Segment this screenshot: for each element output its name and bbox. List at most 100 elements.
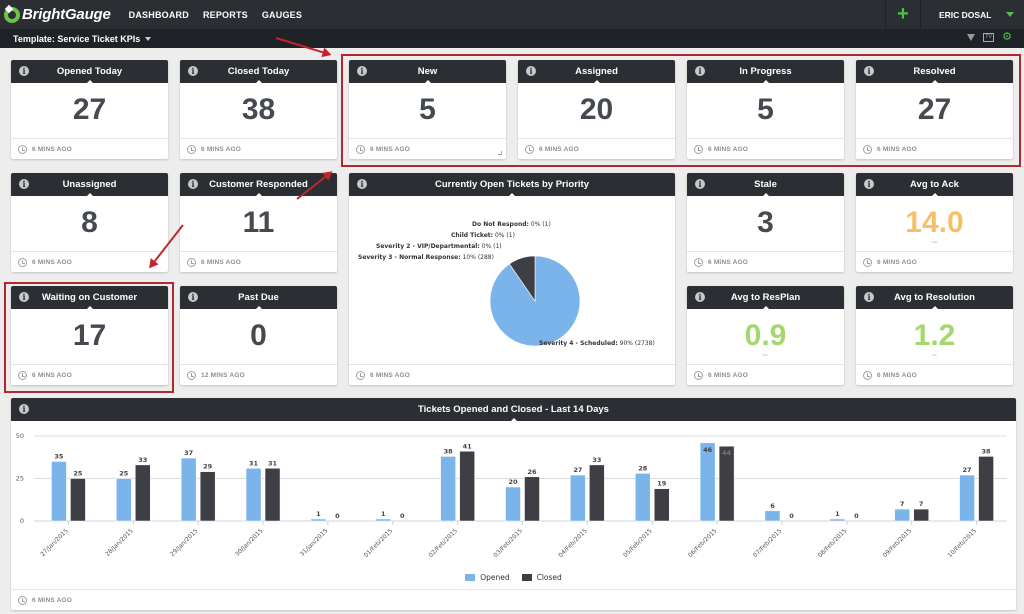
info-icon[interactable]: i [19, 404, 29, 414]
top-navbar: BrightGauge DASHBOARD REPORTS GAUGES + E… [0, 0, 1024, 29]
gauge-card-stale[interactable]: i Stale 3 6 MINS AGO [687, 173, 844, 272]
bar-closed[interactable] [978, 456, 994, 522]
gauge-card-unassigned[interactable]: i Unassigned 8 6 MINS AGO [11, 173, 168, 272]
info-icon[interactable]: i [188, 179, 198, 189]
bar-closed[interactable] [135, 464, 151, 522]
card-footer: 6 MINS AGO [180, 138, 337, 159]
bar-opened[interactable] [440, 456, 456, 522]
last-updated: 6 MINS AGO [370, 371, 411, 379]
bar-opened[interactable] [51, 461, 67, 522]
info-icon[interactable]: i [188, 66, 198, 76]
bar-opened[interactable] [959, 474, 975, 522]
highlight-box-waiting-on-customer [4, 282, 174, 393]
card-title: Customer Responded [209, 179, 308, 190]
bar-value-label: 7 [919, 500, 924, 508]
last-updated: 6 MINS AGO [877, 258, 918, 266]
x-tick-label: 09/Feb/2015 [882, 527, 914, 559]
user-menu[interactable]: ERIC DOSAL [921, 0, 1024, 29]
bar-closed[interactable] [718, 445, 735, 522]
info-icon[interactable]: i [19, 66, 29, 76]
x-tick-label: 01/Feb/2015 [363, 527, 395, 559]
legend-item-closed[interactable]: Closed [521, 573, 562, 582]
add-button[interactable]: + [885, 0, 921, 29]
clock-icon [18, 144, 27, 154]
gauge-card-closed-today[interactable]: i Closed Today 38 6 MINS AGO [180, 60, 337, 159]
bar-value-label: 20 [508, 478, 518, 486]
bar-value-label: 38 [444, 447, 454, 455]
gauge-card-past-due[interactable]: i Past Due 0 12 MINS AGO [180, 286, 337, 385]
nav-reports[interactable]: REPORTS [203, 10, 248, 20]
bar-value-label: 1 [381, 510, 386, 518]
brand-logo[interactable]: BrightGauge [4, 6, 111, 23]
legend-swatch-closed [521, 574, 532, 581]
gear-icon[interactable]: ⚙ [1002, 32, 1012, 43]
bar-closed[interactable] [589, 464, 605, 522]
x-tick-label: 04/Feb/2015 [557, 527, 589, 559]
bar-opened[interactable] [634, 473, 651, 522]
info-icon[interactable]: i [19, 179, 29, 189]
bar-opened[interactable] [245, 468, 262, 522]
caret-down-icon[interactable] [145, 36, 152, 41]
bar-closed[interactable] [459, 451, 475, 522]
bar-value-label: 0 [400, 512, 405, 520]
nav-gauges[interactable]: GAUGES [262, 10, 302, 20]
bar-opened[interactable] [310, 518, 327, 522]
bar-opened[interactable] [505, 486, 521, 522]
bar-value-label: 7 [900, 500, 905, 508]
bar-opened[interactable] [764, 510, 781, 522]
x-tick-label: 05/Feb/2015 [622, 527, 654, 559]
pie-chart-card[interactable]: i Currently Open Tickets by Priority Do … [349, 173, 675, 385]
last-updated: 6 MINS AGO [201, 145, 242, 153]
card-header: i Currently Open Tickets by Priority [349, 173, 675, 197]
clock-icon [863, 370, 872, 380]
gauge-card-avg-to-ack[interactable]: i Avg to Ack 14.0 mins 6 MINS AGO [856, 173, 1013, 272]
card-header: i Avg to ResPlan [687, 286, 844, 310]
nav-dashboard[interactable]: DASHBOARD [129, 10, 189, 20]
card-header: i Past Due [180, 286, 337, 310]
info-icon[interactable]: i [695, 179, 705, 189]
bar-value-label: 27 [573, 466, 582, 474]
bar-opened[interactable] [894, 508, 910, 522]
bar-value-label: 33 [592, 456, 601, 464]
caret-down-icon [1006, 12, 1014, 17]
bar-closed[interactable] [653, 488, 670, 522]
bar-opened[interactable] [375, 518, 392, 522]
template-selector[interactable]: Template: Service Ticket KPIs [13, 34, 140, 44]
bar-chart-card[interactable]: i Tickets Opened and Closed - Last 14 Da… [11, 398, 1016, 610]
clock-icon [694, 257, 703, 267]
legend-item-opened[interactable]: Opened [465, 573, 510, 582]
info-icon[interactable]: i [188, 292, 198, 302]
info-icon[interactable]: i [695, 292, 705, 302]
bar-opened[interactable] [829, 518, 846, 522]
gauge-card-customer-responded[interactable]: i Customer Responded 11 6 MINS AGO [180, 173, 337, 272]
tv-icon[interactable]: TV [983, 33, 995, 42]
card-title: Unassigned [62, 179, 117, 190]
bar-value-label: 26 [527, 468, 537, 476]
gauge-card-avg-to-resolution[interactable]: i Avg to Resolution 1.2 hrs 6 MINS AGO [856, 286, 1013, 385]
last-updated: 6 MINS AGO [877, 371, 918, 379]
gauge-card-opened-today[interactable]: i Opened Today 27 6 MINS AGO [11, 60, 168, 159]
highlight-box-status-row [341, 54, 1021, 167]
brand-name: BrightGauge [22, 6, 111, 23]
bar-closed[interactable] [913, 508, 929, 522]
gauge-value: 1.2 [913, 319, 956, 352]
bar-closed[interactable] [524, 476, 540, 522]
bar-opened[interactable] [570, 474, 586, 522]
info-icon[interactable]: i [864, 292, 874, 302]
bar-opened[interactable] [116, 478, 132, 522]
bar-closed[interactable] [199, 471, 216, 522]
bar-closed[interactable] [70, 478, 86, 522]
bar-opened[interactable] [699, 442, 716, 522]
x-tick-label: 07/Feb/2015 [752, 527, 784, 559]
info-icon[interactable]: i [864, 179, 874, 189]
bar-value-label: 0 [335, 512, 340, 520]
bar-value-label: 25 [119, 470, 129, 478]
bar-opened[interactable] [180, 457, 197, 522]
bar-value-label: 27 [963, 466, 972, 474]
bar-closed[interactable] [264, 468, 281, 522]
filter-icon[interactable] [967, 34, 976, 41]
info-icon[interactable]: i [357, 179, 367, 189]
card-title: Avg to ResPlan [730, 292, 801, 303]
gauge-card-avg-to-resplan[interactable]: i Avg to ResPlan 0.9 hrs 6 MINS AGO [687, 286, 844, 385]
card-footer: 6 MINS AGO [687, 364, 844, 385]
